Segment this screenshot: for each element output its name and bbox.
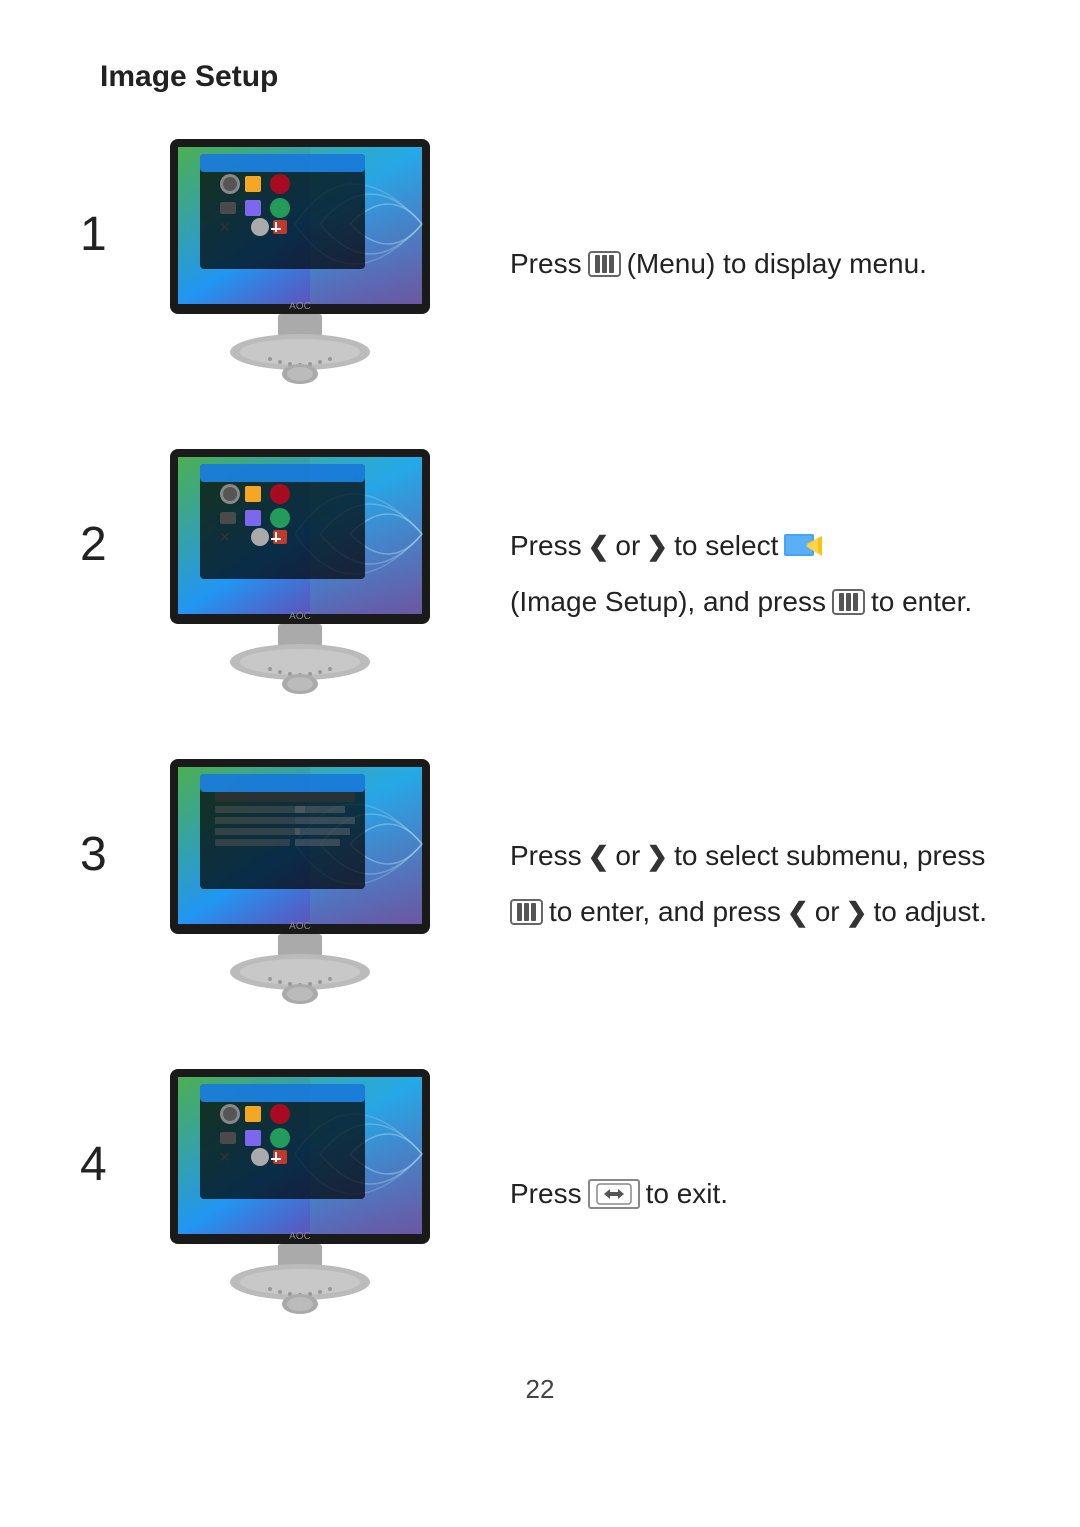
svg-text:AOC: AOC (289, 611, 311, 622)
chevron-left-icon: ❮ (787, 899, 809, 925)
instruction-word: Press (510, 239, 582, 289)
instruction-4: Press to exit. (460, 1169, 1000, 1219)
page: Image Setup 1 (0, 0, 1080, 1465)
step-row-1: 1 (80, 134, 1000, 394)
svg-text:AOC: AOC (289, 301, 311, 312)
svg-text:AOC: AOC (289, 921, 311, 932)
monitor-4: ✕ AOC (140, 1064, 460, 1324)
svg-text:✕: ✕ (219, 529, 231, 545)
instruction-word: to select (674, 521, 778, 571)
chevron-right-icon: ❯ (646, 843, 668, 869)
instruction-word: Press (510, 521, 582, 571)
instruction-word: or (815, 887, 840, 937)
instruction-word: or (615, 521, 640, 571)
step-row-2: 2 (80, 444, 1000, 704)
monitor-1: ✕ AOC (140, 134, 460, 394)
instruction-word: to enter, and press (549, 887, 781, 937)
instruction-text: Press❮or❯to select (Image Setup), and pr… (510, 521, 1000, 628)
instruction-word: to exit. (646, 1169, 728, 1219)
instruction-word: (Image Setup), and press (510, 577, 826, 627)
monitor-wrap: ✕ AOC (150, 1064, 450, 1324)
svg-text:✕: ✕ (219, 219, 231, 235)
instruction-text: Press to exit. (510, 1169, 1000, 1219)
chevron-left-icon: ❮ (588, 843, 610, 869)
instruction-word: Press (510, 1169, 582, 1219)
step-number-2: 2 (80, 517, 140, 632)
svg-text:AOC: AOC (289, 1231, 311, 1242)
image-setup-icon (784, 524, 828, 568)
instruction-word: to select submenu, press (674, 831, 985, 881)
instruction-word: or (615, 831, 640, 881)
step-number-4: 4 (80, 1137, 140, 1252)
step-number-3: 3 (80, 827, 140, 942)
instruction-1: Press (Menu) to display menu. (460, 239, 1000, 289)
instruction-word: Press (510, 831, 582, 881)
instruction-text: Press❮or❯to select submenu, pressto ente… (510, 831, 1000, 938)
chevron-left-icon: ❮ (588, 533, 610, 559)
menu-button-icon (510, 899, 543, 925)
chevron-right-icon: ❯ (846, 899, 868, 925)
svg-text:✕: ✕ (219, 1149, 231, 1165)
step-row-3: 3 (80, 754, 1000, 1014)
instruction-word: to enter. (871, 577, 972, 627)
instruction-word: to adjust. (873, 887, 987, 937)
monitor-wrap: ✕ AOC (150, 134, 450, 394)
page-number: 22 (80, 1374, 1000, 1405)
monitor-3: AOC (140, 754, 460, 1014)
step-number-1: 1 (80, 207, 140, 322)
instruction-2: Press❮or❯to select (Image Setup), and pr… (460, 521, 1000, 628)
menu-button-icon (832, 589, 865, 615)
exit-button-icon (588, 1179, 640, 1209)
monitor-wrap: ✕ AOC (150, 444, 450, 704)
step-row-4: 4 (80, 1064, 1000, 1324)
monitor-2: ✕ AOC (140, 444, 460, 704)
chevron-right-icon: ❯ (646, 533, 668, 559)
page-title: Image Setup (100, 60, 1000, 94)
menu-button-icon (588, 251, 621, 277)
monitor-wrap: AOC (150, 754, 450, 1014)
instruction-word: (Menu) to display menu. (627, 239, 927, 289)
instruction-3: Press❮or❯to select submenu, pressto ente… (460, 831, 1000, 938)
instruction-text: Press (Menu) to display menu. (510, 239, 1000, 289)
steps-container: 1 (80, 134, 1000, 1324)
